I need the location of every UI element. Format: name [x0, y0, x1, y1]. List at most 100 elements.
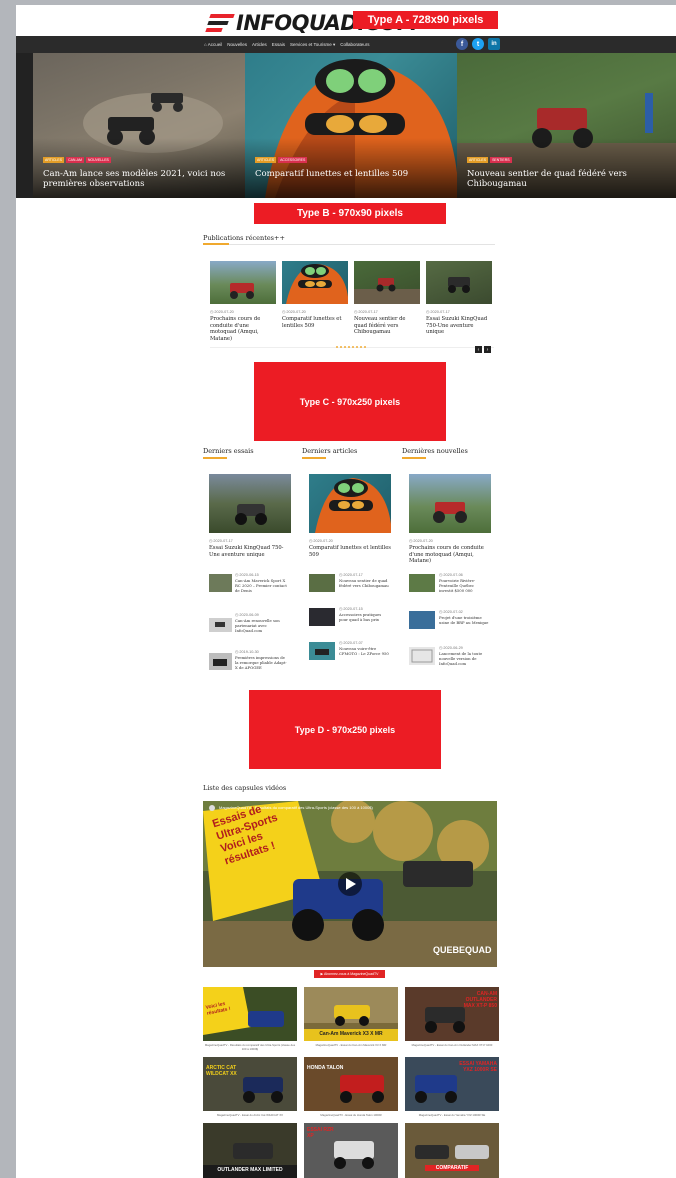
post-title[interactable]: Prochains cours de conduite d'une motoqu… — [409, 545, 491, 565]
post-thumbnail[interactable] — [354, 261, 420, 304]
nav-item-collaborateurs[interactable]: Collaborateurs — [340, 42, 369, 47]
post-thumbnail[interactable] — [282, 261, 348, 304]
post-thumbnail[interactable] — [210, 261, 276, 304]
video-caption[interactable]: MagazineQuadTV - Essai du Honda Talon 10… — [304, 1113, 398, 1117]
video-player[interactable]: MagazineQuadTV - Résultats du comparatif… — [203, 801, 497, 967]
hero-slide[interactable]: ARTICLES SENTIERS Nouveau sentier de qua… — [457, 53, 676, 198]
post-date: ◷ 2020-07-02 — [439, 610, 463, 614]
prev-arrow-button[interactable]: ‹ — [475, 346, 482, 353]
next-arrow-button[interactable]: › — [484, 346, 491, 353]
post-title[interactable]: Pourvoirie Rivière-Penteuille Québec inv… — [439, 578, 489, 593]
post-thumbnail[interactable] — [409, 474, 491, 533]
post-thumbnail[interactable] — [209, 618, 232, 632]
list-item[interactable]: ◷ 2020-07-07 Nouveau voire-être CFMOTO :… — [309, 640, 391, 668]
list-item[interactable]: ◷ 2020-07-17 Nouveau sentier de quad féd… — [309, 572, 391, 600]
tag-badge[interactable]: ARTICLES — [43, 157, 65, 163]
post-date: ◷ 2020-07-17 — [209, 539, 233, 543]
post-title[interactable]: Can-Am renouvelle son partenariat avec I… — [235, 618, 287, 633]
video-caption[interactable]: MagazineQuadTV - Essai du Yamaha YXZ 100… — [405, 1113, 499, 1117]
post-thumbnail[interactable] — [309, 474, 391, 533]
post-title[interactable]: Premières impressions de la remorque pli… — [235, 655, 287, 670]
post-date: ◷ 2020-06-09 — [235, 613, 259, 617]
tag-badge[interactable]: SENTIERS — [490, 157, 512, 163]
nav-item-nouvelles[interactable]: Nouvelles — [227, 42, 247, 47]
post-thumbnail[interactable] — [426, 261, 492, 304]
video-caption[interactable]: MagazineQuadTV - Résultats du comparatif… — [203, 1043, 297, 1051]
hero-slide[interactable]: ARTICLES ACCESSOIRES Comparatif lunettes… — [245, 53, 457, 198]
video-thumb[interactable]: COMPARATIF — [405, 1123, 499, 1178]
post-thumbnail[interactable] — [409, 611, 435, 629]
tag-badge[interactable]: ARTICLES — [255, 157, 277, 163]
post-title[interactable]: Lancement de la toute nouvelle version d… — [439, 651, 489, 666]
tag-badge[interactable]: CAN-AM — [66, 157, 84, 163]
facebook-icon[interactable]: f — [456, 38, 468, 50]
post-thumbnail[interactable] — [209, 653, 232, 670]
post-thumbnail[interactable] — [409, 574, 435, 592]
recent-post-card[interactable]: ◷ 2020-07-20 Prochains cours de conduite… — [210, 261, 276, 351]
ad-banner-d[interactable]: Type D - 970x250 pixels — [249, 690, 441, 769]
post-title[interactable]: Nouveau sentier de quad fédéré vers Chib… — [354, 316, 420, 336]
video-thumb[interactable]: ESSAI RZR XP — [304, 1123, 398, 1178]
tag-badge[interactable]: ACCESSOIRES — [278, 157, 308, 163]
hero-slide-title[interactable]: Can-Am lance ses modèles 2021, voici nos… — [43, 169, 243, 189]
post-title[interactable]: Projet d'une troisième usine de BRP au M… — [439, 615, 489, 625]
video-thumb[interactable]: OUTLANDER MAX LIMITED — [203, 1123, 297, 1178]
nav-item-services[interactable]: Services et Tourisme ▾ — [290, 42, 335, 48]
featured-post[interactable]: ◷ 2020-07-17 Essai Suzuki KingQuad 750-U… — [209, 474, 291, 564]
list-item[interactable]: ◷ 2019-10-30 Premières impressions de la… — [209, 649, 291, 683]
post-title[interactable]: Accessoires pratiques pour quad à bas pr… — [339, 612, 389, 622]
nav-item-accueil[interactable]: ⌂ Accueil — [204, 42, 222, 47]
recent-post-card[interactable]: ◷ 2020-07-17 Nouveau sentier de quad féd… — [354, 261, 420, 351]
video-thumb[interactable]: HONDA TALON — [304, 1057, 398, 1111]
video-thumb[interactable]: ARCTIC CAT WILDCAT XX — [203, 1057, 297, 1111]
divider-accent — [203, 457, 227, 459]
video-caption[interactable]: MagazineQuadTV - Essai du Can-Am Maveric… — [304, 1043, 398, 1047]
list-item[interactable]: ◷ 2020-06-09 Can-Am renouvelle son parte… — [209, 612, 291, 640]
list-item[interactable]: ◷ 2020-06-29 Lancement de la toute nouve… — [409, 645, 491, 679]
post-title[interactable]: Essai Suzuki KingQuad 750-Une aventure u… — [426, 316, 492, 336]
video-thumb[interactable]: CAN-AM OUTLANDER MAX XT-P 850 — [405, 987, 499, 1041]
nav-item-essais[interactable]: Essais — [272, 42, 285, 47]
post-title[interactable]: Can-Am Maverick Sport X RC 2020 – Premie… — [235, 578, 287, 593]
post-thumbnail[interactable] — [409, 647, 435, 665]
linkedin-icon[interactable]: in — [488, 38, 500, 50]
post-title[interactable]: Comparatif lunettes et lentilles 509 — [309, 545, 391, 558]
video-thumb[interactable]: Can-Am Maverick X3 X MR — [304, 987, 398, 1041]
list-item[interactable]: ◷ 2020-07-06 Pourvoirie Rivière-Penteuil… — [409, 572, 491, 600]
channel-avatar[interactable] — [209, 805, 215, 811]
subscribe-button[interactable]: ▶ Abonnez-vous à MagazineQuadTV — [314, 970, 385, 978]
video-thumb[interactable]: ESSAI YAMAHA YXZ 1000R SE — [405, 1057, 499, 1111]
hero-slide[interactable]: ARTICLES CAN-AM NOUVELLES Can-Am lance s… — [33, 53, 245, 198]
slider-pagination[interactable] — [335, 346, 367, 348]
nav-item-articles[interactable]: Articles — [252, 42, 267, 47]
featured-post[interactable]: ◷ 2020-07-20 Prochains cours de conduite… — [409, 474, 491, 564]
post-title[interactable]: Essai Suzuki KingQuad 750-Une aventure u… — [209, 545, 291, 558]
post-thumbnail[interactable] — [309, 642, 335, 660]
list-item[interactable]: ◷ 2020-07-02 Projet d'une troisième usin… — [409, 609, 491, 637]
post-thumbnail[interactable] — [309, 574, 335, 592]
section-title: Liste des capsules vidéos — [203, 784, 287, 792]
list-item[interactable]: ◷ 2020-07-15 Accessoires pratiques pour … — [309, 606, 391, 634]
hero-slide-title[interactable]: Nouveau sentier de quad fédéré vers Chib… — [467, 169, 667, 189]
post-title[interactable]: Prochains cours de conduite d'une motoqu… — [210, 316, 276, 342]
ad-banner-b[interactable]: Type B - 970x90 pixels — [254, 203, 446, 224]
post-thumbnail[interactable] — [209, 574, 232, 592]
twitter-icon[interactable]: t — [472, 38, 484, 50]
tag-badge[interactable]: NOUVELLES — [85, 157, 111, 163]
tag-badge[interactable]: ARTICLES — [467, 157, 489, 163]
recent-post-card[interactable]: ◷ 2020-07-20 Comparatif lunettes et lent… — [282, 261, 348, 351]
post-title[interactable]: Nouveau voire-être CFMOTO : Le ZForce 95… — [339, 646, 389, 656]
list-item[interactable]: ◷ 2020-06-15 Can-Am Maverick Sport X RC … — [209, 572, 291, 600]
video-caption[interactable]: MagazineQuadTV - Essai du Arctic Cat WIL… — [203, 1113, 297, 1117]
video-thumb[interactable]: Voici les résultats ! — [203, 987, 297, 1041]
post-title[interactable]: Comparatif lunettes et lentilles 509 — [282, 316, 348, 329]
featured-post[interactable]: ◷ 2020-07-20 Comparatif lunettes et lent… — [309, 474, 391, 564]
post-thumbnail[interactable] — [309, 608, 335, 626]
post-thumbnail[interactable] — [209, 474, 291, 533]
ad-banner-c[interactable]: Type C - 970x250 pixels — [254, 362, 446, 441]
video-caption[interactable]: MagazineQuadTV - Essai du Can-Am Outland… — [405, 1043, 499, 1047]
post-title[interactable]: Nouveau sentier de quad fédéré vers Chib… — [339, 578, 389, 588]
ad-banner-a[interactable]: Type A - 728x90 pixels — [353, 11, 498, 29]
hero-slide-title[interactable]: Comparatif lunettes et lentilles 509 — [255, 169, 455, 179]
recent-post-card[interactable]: ◷ 2020-07-17 Essai Suzuki KingQuad 750-U… — [426, 261, 492, 351]
